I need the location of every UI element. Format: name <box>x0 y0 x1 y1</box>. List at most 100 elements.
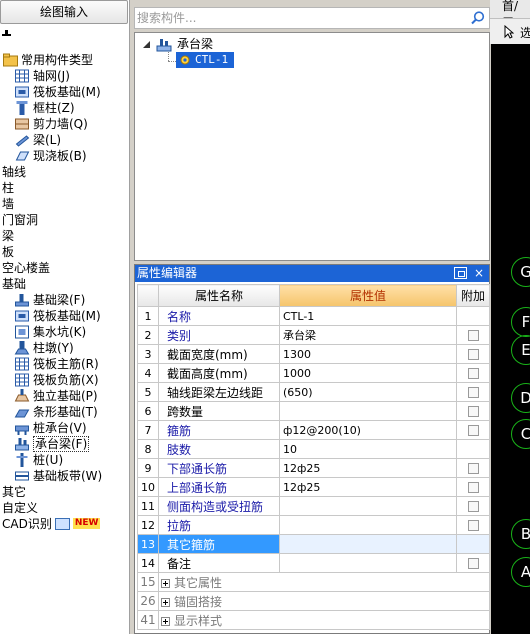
attach-checkbox[interactable] <box>467 558 479 569</box>
expand-plus-icon[interactable] <box>161 578 170 588</box>
drawing-canvas[interactable]: GFEDC BA <box>491 44 530 634</box>
search-input[interactable] <box>137 10 463 26</box>
nav-item[interactable]: 基础梁(F) <box>14 292 85 308</box>
nav-item[interactable]: 轴线 <box>2 164 26 180</box>
nav-item[interactable]: 基础 <box>2 276 26 292</box>
nav-item[interactable]: 空心楼盖 <box>2 260 50 276</box>
property-value[interactable] <box>279 496 457 516</box>
row-number: 15 <box>137 572 159 592</box>
nav-item[interactable]: 框柱(Z) <box>14 100 75 116</box>
nav-item[interactable]: 梁 <box>2 228 14 244</box>
attach-checkbox[interactable] <box>467 330 479 341</box>
property-row[interactable]: 13 其它箍筋 <box>137 534 490 554</box>
pin-icon[interactable] <box>2 30 11 39</box>
property-value-header[interactable]: 属性值 <box>279 284 457 307</box>
property-value[interactable]: 1300 <box>279 344 457 364</box>
expand-plus-icon[interactable] <box>161 597 170 607</box>
select-button[interactable]: 选 <box>520 24 530 41</box>
property-value[interactable]: CTL-1 <box>279 306 457 326</box>
collapse-triangle-icon[interactable] <box>143 41 151 49</box>
property-value[interactable]: 10 <box>279 439 457 459</box>
nav-item[interactable]: 其它 <box>2 484 26 500</box>
attach-header[interactable]: 附加 <box>456 284 490 307</box>
attach-cell <box>456 477 490 497</box>
nav-item[interactable]: 柱 <box>2 180 14 196</box>
nav-item[interactable]: 筏板负筋(X) <box>14 372 99 388</box>
dock-pin-icon[interactable] <box>454 267 467 279</box>
property-value[interactable] <box>279 553 457 573</box>
property-value[interactable]: 1000 <box>279 363 457 383</box>
property-row[interactable]: 14 备注 <box>137 553 490 573</box>
attach-cell <box>456 325 490 345</box>
property-value[interactable]: ф12@200(10) <box>279 420 457 440</box>
attach-checkbox[interactable] <box>467 349 479 360</box>
nav-item[interactable]: 基础板带(W) <box>14 468 102 484</box>
nav-item-label: 承台梁(F) <box>33 436 90 452</box>
nav-item[interactable]: CAD识别 NEW <box>2 516 101 532</box>
property-value[interactable]: 12ф25 <box>279 477 457 497</box>
row-number: 12 <box>137 515 159 535</box>
property-row[interactable]: 12 拉筋 <box>137 515 490 535</box>
nav-item[interactable]: 筏板基础(M) <box>14 308 101 324</box>
nav-item[interactable]: 独立基础(P) <box>14 388 98 404</box>
property-group-row[interactable]: 41 显示样式 <box>137 610 490 630</box>
property-value[interactable]: 承台梁 <box>279 325 457 345</box>
drawing-input-button[interactable]: 绘图输入 <box>0 0 128 24</box>
row-number: 5 <box>137 382 159 402</box>
property-row[interactable]: 4 截面高度(mm) 1000 <box>137 363 490 383</box>
nav-item[interactable]: 条形基础(T) <box>14 404 98 420</box>
nav-item[interactable]: 剪力墙(Q) <box>14 116 88 132</box>
nav-item[interactable]: 轴网(J) <box>14 68 70 84</box>
attach-checkbox[interactable] <box>467 387 479 398</box>
property-value[interactable] <box>279 401 457 421</box>
nav-item[interactable]: 筏板基础(M) <box>14 84 101 100</box>
property-row[interactable]: 7 箍筋 ф12@200(10) <box>137 420 490 440</box>
property-row[interactable]: 10 上部通长筋 12ф25 <box>137 477 490 497</box>
nav-item[interactable]: 桩承台(V) <box>14 420 87 436</box>
nav-item[interactable]: 现浇板(B) <box>14 148 87 164</box>
property-name: 其它箍筋 <box>158 534 280 554</box>
property-value[interactable]: 12ф25 <box>279 458 457 478</box>
nav-item-label: 自定义 <box>2 501 39 515</box>
property-row[interactable]: 2 类别 承台梁 <box>137 325 490 345</box>
nav-item[interactable]: 筏板主筋(R) <box>14 356 99 372</box>
nav-item[interactable]: 承台梁(F) <box>14 436 90 452</box>
property-value[interactable]: (650) <box>279 382 457 402</box>
property-value[interactable] <box>279 534 457 554</box>
search-icon[interactable] <box>469 10 487 26</box>
attach-checkbox[interactable] <box>467 501 479 512</box>
strip-footing-icon <box>14 409 30 418</box>
attach-checkbox[interactable] <box>467 520 479 531</box>
nav-item[interactable]: 自定义 <box>2 500 38 516</box>
nav-item[interactable]: 桩(U) <box>14 452 63 468</box>
property-row[interactable]: 5 轴线距梁左边线距 (650) <box>137 382 490 402</box>
nav-item[interactable]: 墙 <box>2 196 14 212</box>
property-row[interactable]: 6 跨数量 <box>137 401 490 421</box>
attach-checkbox[interactable] <box>467 406 479 417</box>
nav-item[interactable]: 柱墩(Y) <box>14 340 74 356</box>
nav-item[interactable]: 常用构件类型 <box>2 52 93 68</box>
expand-plus-icon[interactable] <box>161 616 170 626</box>
property-group-row[interactable]: 15 其它属性 <box>137 572 490 592</box>
property-row[interactable]: 3 截面宽度(mm) 1300 <box>137 344 490 364</box>
property-name-header[interactable]: 属性名称 <box>158 284 280 307</box>
attach-checkbox[interactable] <box>467 482 479 493</box>
nav-item[interactable]: 集水坑(K) <box>14 324 86 340</box>
tree-node-ctl-1[interactable]: CTL-1 <box>176 52 234 68</box>
nav-item[interactable]: 梁(L) <box>14 132 61 148</box>
nav-item[interactable]: 板 <box>2 244 14 260</box>
property-row[interactable]: 11 侧面构造或受扭筋 <box>137 496 490 516</box>
close-icon[interactable]: × <box>474 265 484 282</box>
attach-checkbox[interactable] <box>467 368 479 379</box>
nav-item[interactable]: 门窗洞 <box>2 212 38 228</box>
property-row[interactable]: 8 肢数 10 <box>137 439 490 459</box>
nav-item-label: 独立基础(P) <box>33 389 98 403</box>
property-row[interactable]: 9 下部通长筋 12ф25 <box>137 458 490 478</box>
property-row[interactable]: 1 名称 CTL-1 <box>137 306 490 326</box>
attach-checkbox[interactable] <box>467 425 479 436</box>
property-group-row[interactable]: 26 锚固搭接 <box>137 591 490 611</box>
nav-item-label: CAD识别 <box>2 517 52 531</box>
property-value[interactable] <box>279 515 457 535</box>
attach-checkbox[interactable] <box>467 463 479 474</box>
cursor-icon[interactable] <box>504 25 514 39</box>
